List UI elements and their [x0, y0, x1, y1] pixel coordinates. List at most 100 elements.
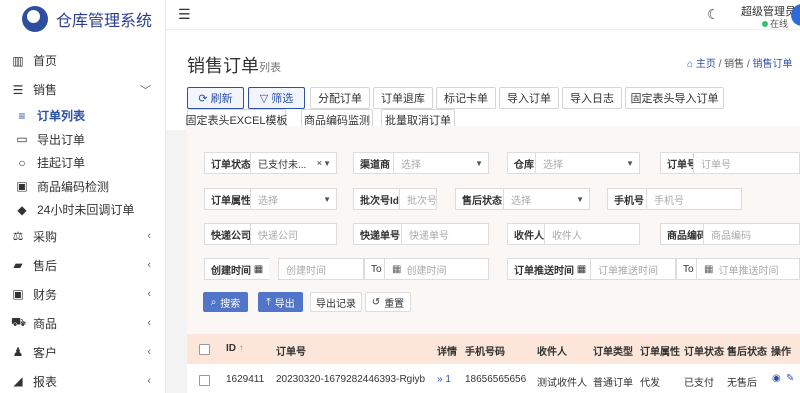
sidebar-item-order-list[interactable]: ≡ 订单列表 — [0, 104, 165, 128]
table-header: ID ↑ 订单号 详情 手机号码 收件人 订单类型 订单属性 订单状态 售后状态… — [187, 334, 800, 364]
online-dot-icon — [762, 21, 768, 27]
sidebar-item-reports[interactable]: ◢ 报表 ‹ — [0, 367, 165, 393]
column-header-attr: 订单属性 — [640, 347, 680, 358]
sidebar-item-purchase[interactable]: ⚖ 采购 ‹ — [0, 222, 165, 251]
page-header: 销售订单 列表 ⌂ 主页 / 销售 / 销售订单 — [166, 30, 800, 80]
sidebar-item-sku-check[interactable]: ▣ 商品编码检测 — [0, 175, 165, 199]
sku-input[interactable]: 商品编码 — [703, 223, 800, 245]
channel-select[interactable]: 选择 ▼ — [393, 152, 489, 174]
brand[interactable]: 仓库管理系统 — [0, 0, 165, 38]
cell-receiver: 测试收件人 — [537, 378, 587, 389]
document-icon: ▭ — [16, 132, 28, 147]
moon-icon[interactable]: ☾ — [707, 6, 720, 23]
sidebar-item-label: 采购 — [33, 229, 58, 244]
sidebar-item-pending-orders[interactable]: ○ 挂起订单 — [0, 151, 165, 175]
sidebar-item-export-orders[interactable]: ▭ 导出订单 — [0, 128, 165, 152]
toolbar: ⟳ 刷新 ▽ 筛选 分配订单 订单退库 标记卡单 导入订单 导入日志 固定表头导… — [166, 80, 800, 131]
after-sale-select[interactable]: 选择 ▼ — [503, 188, 590, 210]
circle-icon: ○ — [18, 155, 26, 170]
breadcrumb: ⌂ 主页 / 销售 / 销售订单 — [687, 55, 793, 70]
refresh-button[interactable]: ⟳ 刷新 — [187, 87, 244, 109]
sidebar-item-customers[interactable]: ♟ 客户 ‹ — [0, 338, 165, 367]
clear-icon[interactable]: × — [317, 158, 322, 168]
search-icon: ⌕ — [210, 296, 217, 308]
upload-icon: ⤒ — [266, 296, 271, 308]
chevron-down-icon: ﹀ — [140, 84, 151, 97]
export-log-button[interactable]: 导出记录 — [310, 292, 362, 312]
breadcrumb-sep: / — [746, 59, 750, 70]
sidebar-item-label: 首页 — [33, 54, 58, 68]
import-log-button[interactable]: 导入日志 — [562, 87, 622, 109]
user-icon: ♟ — [12, 345, 24, 359]
assign-order-button[interactable]: 分配订单 — [310, 87, 370, 109]
breadcrumb-sep: / — [718, 59, 722, 70]
search-button[interactable]: ⌕ 搜索 — [203, 292, 248, 312]
list-icon: ☰ — [12, 82, 24, 97]
order-attr-select[interactable]: 选择 ▼ — [250, 188, 337, 210]
batch-id-input[interactable]: 批次号 — [399, 188, 437, 210]
sidebar-item-products[interactable]: ⛟ 商品 ‹ — [0, 309, 165, 338]
menu-toggle-icon[interactable]: ☰ — [178, 6, 191, 23]
after-sale-placeholder: 选择 — [511, 195, 531, 207]
calendar-icon: ▦ — [253, 263, 264, 275]
create-time-to-input[interactable]: ▦ 创建时间 — [384, 258, 489, 280]
refresh-icon: ⟳ — [198, 92, 211, 105]
cart-icon: ⛟ — [11, 315, 27, 329]
user-status-label: 在线 — [770, 19, 789, 29]
create-time-label-text: 创建时间 — [211, 265, 251, 277]
sort-arrow-icon: ↑ — [238, 343, 244, 354]
sidebar-item-home[interactable]: ▥ 首页 — [0, 46, 165, 75]
create-time-from-input[interactable]: 创建时间 — [278, 258, 364, 280]
logo-icon — [22, 6, 48, 32]
phone-input[interactable]: 手机号 — [646, 188, 742, 210]
push-time-from-input[interactable]: 订单推送时间 — [590, 258, 676, 280]
chevron-left-icon: ‹ — [147, 346, 151, 358]
order-return-button[interactable]: 订单退库 — [373, 87, 433, 109]
push-time-to-input[interactable]: ▦ 订单推送时间 — [696, 258, 800, 280]
sales-submenu: ≡ 订单列表 ▭ 导出订单 ○ 挂起订单 ▣ 商品编码检测 ◆ 24小时未回调订… — [0, 104, 165, 222]
avatar[interactable] — [791, 4, 800, 26]
filter-label: 筛选 — [271, 93, 294, 105]
push-time-label-text: 订单推送时间 — [514, 265, 574, 277]
order-status-select[interactable]: 已支付未... × ▼ — [250, 152, 337, 174]
column-header-status: 订单状态 — [684, 347, 724, 358]
sidebar-item-label: 报表 — [33, 374, 58, 389]
view-icon[interactable]: ◉ — [772, 373, 781, 384]
search-label: 搜索 — [220, 298, 241, 310]
sidebar-item-sales[interactable]: ☰ 销售 ﹀ — [0, 75, 165, 104]
calendar-icon: ▦ — [704, 263, 714, 275]
caret-down-icon: ▼ — [626, 158, 634, 168]
breadcrumb-section[interactable]: 销售 — [724, 59, 744, 70]
row-checkbox[interactable] — [199, 375, 210, 386]
undo-icon: ↺ — [371, 296, 381, 308]
sidebar-item-label: 商品编码检测 — [37, 179, 110, 194]
calendar-icon: ▦ — [576, 263, 587, 275]
courier-input[interactable]: 快递公司 — [250, 223, 337, 245]
chevron-left-icon: ‹ — [147, 317, 151, 329]
content: 销售订单 列表 ⌂ 主页 / 销售 / 销售订单 ⟳ 刷新 ▽ 筛选 分配订单 … — [166, 30, 800, 393]
tracking-input[interactable]: 快递单号 — [401, 223, 489, 245]
cell-detail-link[interactable]: » 1 — [437, 374, 451, 385]
order-no-input[interactable]: 订单号 — [693, 152, 800, 174]
sidebar-menu: ▥ 首页 ☰ 销售 ﹀ ≡ 订单列表 ▭ 导出订单 ○ 挂起订单 ▣ 商品编码检… — [0, 38, 165, 393]
warehouse-select[interactable]: 选择 ▼ — [535, 152, 640, 174]
edit-icon[interactable]: ✎ — [786, 373, 794, 384]
filter-button[interactable]: ▽ 筛选 — [248, 87, 305, 109]
column-header-order-no: 订单号 — [276, 347, 306, 358]
column-header-id[interactable]: ID ↑ — [226, 343, 244, 354]
import-order-button[interactable]: 导入订单 — [499, 87, 559, 109]
export-button[interactable]: ⤒ 导出 — [258, 292, 303, 312]
column-header-type: 订单类型 — [593, 347, 633, 358]
sidebar-item-after-sales[interactable]: ▰ 售后 ‹ — [0, 251, 165, 280]
android-icon: ◆ — [17, 202, 27, 217]
sidebar-item-label: 售后 — [33, 258, 58, 273]
select-all-checkbox[interactable] — [199, 344, 210, 355]
breadcrumb-home[interactable]: ⌂ 主页 — [687, 59, 716, 70]
sidebar-item-finance[interactable]: ▣ 财务 ‹ — [0, 280, 165, 309]
cell-attr: 代发 — [640, 378, 660, 389]
mark-stuck-button[interactable]: 标记卡单 — [436, 87, 496, 109]
sidebar-item-no-callback[interactable]: ◆ 24小时未回调订单 — [0, 198, 165, 222]
reset-button[interactable]: ↺ 重置 — [365, 292, 411, 312]
fixed-import-button[interactable]: 固定表头导入订单 — [625, 87, 724, 109]
receiver-input[interactable]: 收件人 — [544, 223, 640, 245]
